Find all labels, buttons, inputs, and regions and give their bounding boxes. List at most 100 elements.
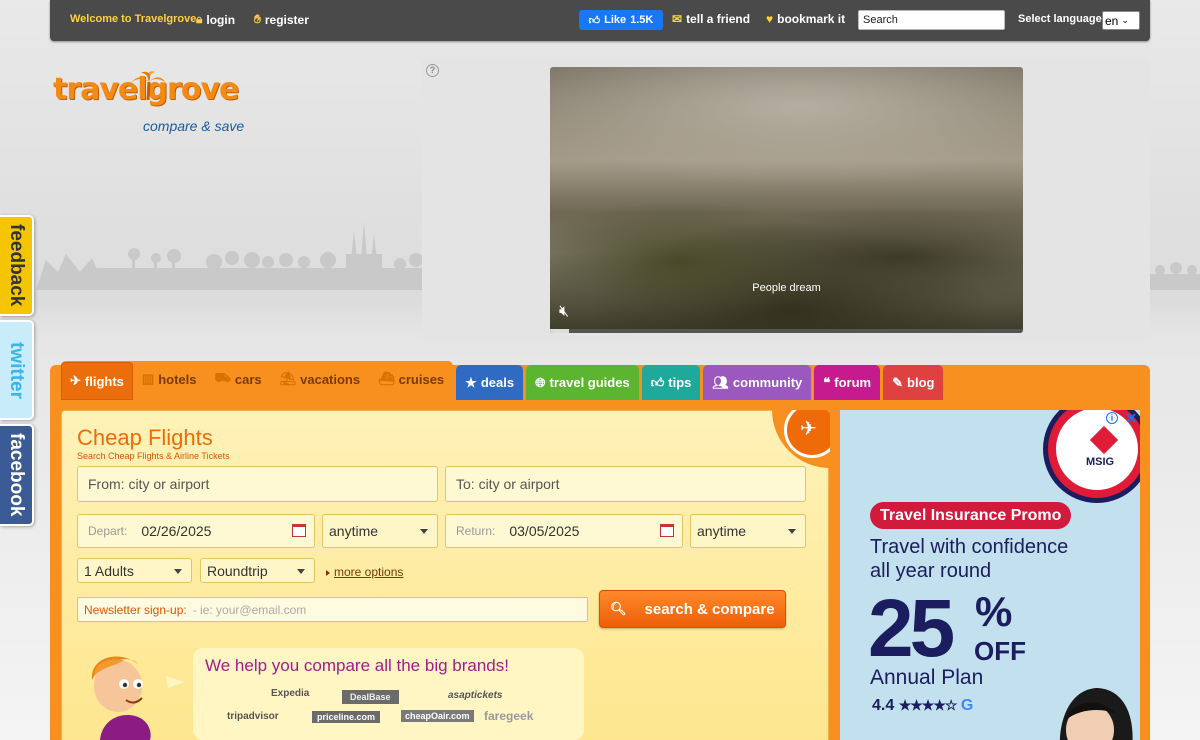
more-options-link[interactable]: more options	[326, 565, 403, 579]
caret-right-icon	[326, 570, 330, 576]
ad-line-2: all year round	[870, 560, 992, 582]
lock-icon: 🔒︎	[196, 12, 203, 26]
more-options-label: more options	[334, 565, 404, 579]
insurance-ad[interactable]: MSIG i ✕ Travel Insurance Promo Travel w…	[840, 410, 1140, 740]
calendar-icon[interactable]	[660, 524, 674, 537]
language-label: Select language:	[1018, 13, 1106, 25]
newsletter-input[interactable]: Newsletter sign-up: - ie: your@email.com	[77, 597, 588, 622]
register-link[interactable]: ✋︎ register	[254, 12, 309, 27]
register-label: register	[264, 12, 309, 27]
brand-logo-cheapoair: cheapOair.com	[401, 710, 474, 722]
twitter-tab[interactable]: twitter	[0, 320, 34, 420]
chevron-down-icon	[788, 529, 796, 534]
people-icon: 👥︎	[712, 374, 729, 390]
close-icon[interactable]: ✕	[1125, 410, 1137, 427]
tab-label: flights	[84, 373, 124, 389]
promo-pill: Travel Insurance Promo	[870, 502, 1072, 529]
skyline-illustration	[36, 222, 426, 290]
newsletter-placeholder: - ie: your@email.com	[192, 602, 307, 617]
facebook-like-button[interactable]: 👍︎ Like 1.5K	[579, 10, 663, 30]
return-time-select[interactable]: anytime	[690, 514, 806, 548]
calendar-icon[interactable]	[292, 524, 306, 537]
tab-tips[interactable]: 👍︎ tips	[641, 365, 701, 400]
thumb-icon: 👍︎	[650, 374, 665, 390]
tab-cruises[interactable]: ⛴ cruises	[369, 361, 453, 397]
tab-travel-guides[interactable]: 🌐︎ travel guides	[526, 365, 639, 400]
page-subtitle: Search Cheap Flights & Airline Tickets	[77, 451, 230, 461]
video-progress-fill	[550, 329, 569, 333]
brand-logo-tripadvisor: tripadvisor	[227, 711, 279, 722]
bookmark-link[interactable]: ♥ bookmark it	[766, 12, 845, 26]
chevron-down-icon	[297, 568, 305, 574]
tab-cars[interactable]: ⛟ cars	[206, 361, 271, 397]
travel-tabs-group: ✈ flights ▥ hotels ⛟ cars ⛱ vacations ⛴ …	[61, 361, 454, 400]
tab-hotels[interactable]: ▥ hotels	[133, 361, 206, 397]
depart-time-select[interactable]: anytime	[322, 514, 438, 548]
search-compare-button[interactable]: 🔍︎ search & compare	[599, 590, 786, 628]
msig-diamond-icon	[1089, 425, 1119, 455]
logo-tagline: compare & save	[143, 118, 245, 134]
mute-icon[interactable]: 🔇︎	[559, 303, 569, 321]
ad-plan: Annual Plan	[870, 666, 984, 689]
search-button-label: search & compare	[644, 600, 775, 618]
from-input[interactable]: From: city or airport	[77, 466, 438, 502]
video-ad-container: ? People dream 🔇︎	[422, 60, 1150, 340]
tab-forum[interactable]: ❝ forum	[814, 365, 881, 400]
ad-percent-sign: %	[975, 588, 1013, 635]
login-label: login	[206, 12, 236, 27]
video-player[interactable]: People dream 🔇︎	[550, 67, 1023, 333]
travelers-select[interactable]: 1 Adults	[77, 558, 192, 583]
tab-deals[interactable]: ★ deals	[456, 365, 524, 400]
msig-brand: MSIG	[1086, 456, 1115, 468]
skyline-right-illustration	[1150, 262, 1200, 290]
ad-info-icon[interactable]: i	[1106, 412, 1118, 424]
trip-type-select[interactable]: Roundtrip	[200, 558, 315, 583]
tab-label: tips	[668, 375, 692, 390]
depart-date-input[interactable]: Depart: 02/26/2025	[77, 514, 315, 548]
login-link[interactable]: 🔒︎ login	[196, 12, 235, 27]
facebook-tab[interactable]: facebook	[0, 424, 34, 526]
feedback-tab[interactable]: feedback	[0, 215, 34, 316]
tab-vacations[interactable]: ⛱ vacations	[271, 361, 370, 397]
tab-label: cruises	[398, 371, 445, 387]
trip-type-value: Roundtrip	[207, 562, 268, 579]
to-input[interactable]: To: city or airport	[445, 466, 806, 502]
ad-rating: 4.4 ★★★★☆ G	[872, 697, 973, 715]
category-tabs: ✈ flights ▥ hotels ⛟ cars ⛱ vacations ⛴ …	[61, 361, 944, 400]
newsletter-label: Newsletter sign-up:	[84, 602, 187, 617]
star-icon: ★	[465, 374, 477, 390]
globe-icon: 🌐︎	[535, 374, 546, 390]
brand-logo-faregeek: faregeek	[484, 709, 534, 723]
brand-logo-priceline: priceline.com	[312, 711, 381, 723]
building-icon: ▥	[141, 371, 155, 386]
from-placeholder: From: city or airport	[88, 476, 210, 492]
video-progress-bar[interactable]	[550, 329, 1023, 333]
thumbs-up-icon: 👍︎	[588, 14, 601, 27]
tab-label: cars	[234, 371, 262, 387]
tab-flights[interactable]: ✈ flights	[61, 362, 133, 400]
rating-stars: ★★★★☆	[898, 697, 958, 713]
depart-time-value: anytime	[329, 523, 379, 539]
tab-community[interactable]: 👥︎ community	[703, 365, 812, 400]
ship-icon: ⛴	[378, 371, 395, 386]
tell-friend-label: tell a friend	[686, 12, 751, 26]
brands-box: We help you compare all the big brands! …	[193, 648, 584, 740]
language-select[interactable]: en ⌄	[1102, 11, 1140, 30]
chevron-down-icon: ⌄	[1121, 15, 1129, 25]
airplane-icon: ✈	[800, 418, 817, 440]
tab-label: community	[732, 375, 803, 390]
welcome-text: Welcome to Travelgrove	[70, 13, 197, 25]
envelope-icon: ✉	[672, 12, 683, 26]
search-input[interactable]: Search	[858, 10, 1005, 30]
chevron-down-icon	[420, 529, 428, 534]
chat-icon: ❝	[823, 374, 831, 390]
tab-blog[interactable]: ✎ blog	[883, 365, 944, 400]
mascot-illustration	[91, 656, 184, 740]
tell-friend-link[interactable]: ✉ tell a friend	[672, 12, 750, 26]
help-icon[interactable]: ?	[426, 64, 439, 77]
plane-icon: ✈	[70, 373, 81, 388]
return-date-input[interactable]: Return: 03/05/2025	[445, 514, 683, 548]
travelgrove-logo[interactable]: travelgrove compare & save	[53, 71, 244, 134]
to-placeholder: To: city or airport	[456, 476, 560, 492]
like-count: 1.5K	[630, 14, 654, 26]
